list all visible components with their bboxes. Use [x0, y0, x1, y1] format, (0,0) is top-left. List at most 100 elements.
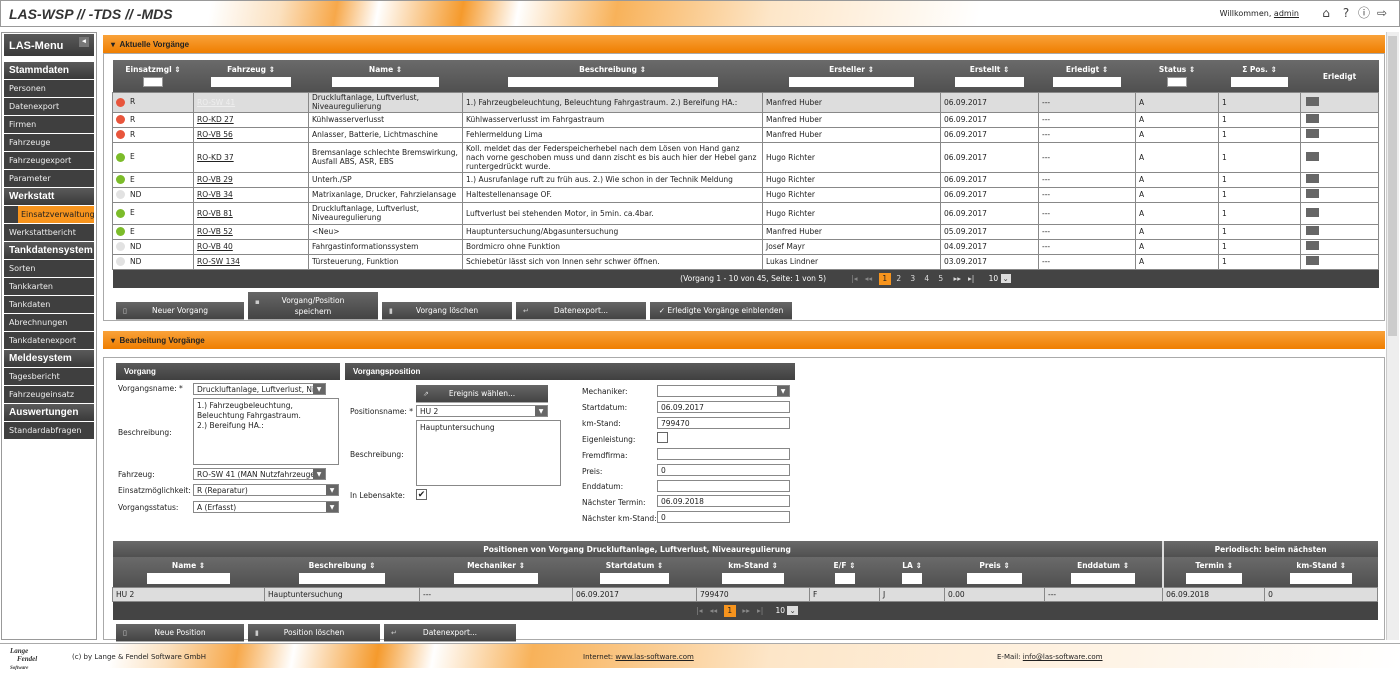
- section-aktuelle-vorgaenge[interactable]: ▾ Aktuelle Vorgänge: [103, 35, 1385, 53]
- column-header-5[interactable]: Erstellt ⇕: [940, 60, 1039, 92]
- fahrzeug-link[interactable]: RO-VB 34: [197, 190, 233, 199]
- sidebar-group-auswertungen[interactable]: Auswertungen: [4, 404, 94, 421]
- sort-icon[interactable]: ⇕: [393, 65, 402, 74]
- fremdfirma-input[interactable]: [657, 448, 790, 460]
- column-filter-input[interactable]: [955, 77, 1024, 87]
- column-header-4[interactable]: Ersteller ⇕: [762, 60, 941, 92]
- mechaniker-select[interactable]: ▼: [657, 385, 790, 397]
- table-row[interactable]: E RO-KD 37 Bremsanlage schlechte Bremswirk…: [112, 141, 1379, 173]
- column-filter-input[interactable]: [507, 77, 718, 87]
- mark-done-icon[interactable]: [1306, 189, 1319, 198]
- column-header-2[interactable]: Name ⇕: [308, 60, 463, 92]
- sort-icon[interactable]: ⇕: [654, 561, 663, 570]
- sort-icon[interactable]: ⇕: [769, 561, 777, 570]
- sort-icon[interactable]: ⇕: [1120, 561, 1129, 570]
- fahrzeug-select[interactable]: RO-SW 41 (MAN Nutzfahrzeuge) ▼: [193, 468, 326, 480]
- sort-icon[interactable]: ⇕: [1337, 561, 1346, 570]
- column-header-3[interactable]: Beschreibung ⇕: [462, 60, 763, 92]
- sidebar-item-tankdaten[interactable]: Tankdaten: [4, 296, 94, 313]
- sort-icon[interactable]: ⇕: [516, 561, 525, 570]
- sidebar-item-werkstattbericht[interactable]: Werkstattbericht: [4, 224, 94, 241]
- page-size-select[interactable]: 10 ⌄: [989, 273, 1011, 283]
- table-row[interactable]: ND RO-SW 134 Türsteuerung, Funktion Schiebe…: [112, 253, 1379, 270]
- mark-done-icon[interactable]: [1306, 129, 1319, 138]
- column-filter-input[interactable]: [1290, 573, 1353, 584]
- help-icon[interactable]: ?: [1339, 6, 1353, 20]
- sidebar-item-parameter[interactable]: Parameter: [4, 170, 94, 187]
- website-link[interactable]: www.las-software.com: [615, 653, 693, 661]
- first-page-button[interactable]: |◂: [693, 605, 705, 617]
- delete-position-button[interactable]: ▮ Position löschen: [248, 624, 380, 642]
- collapse-icon[interactable]: ◂: [79, 37, 89, 47]
- sidebar-item-tankkarten[interactable]: Tankkarten: [4, 278, 94, 295]
- table-row[interactable]: R RO-VB 56 Anlasser, Batterie, Lichtmaschi…: [112, 126, 1379, 143]
- sort-icon[interactable]: ⇕: [366, 561, 375, 570]
- column-header-6[interactable]: LA ⇕: [879, 557, 945, 587]
- sidebar-item-abrechnungen[interactable]: Abrechnungen: [4, 314, 94, 331]
- sort-icon[interactable]: ⇕: [1001, 561, 1009, 570]
- mark-done-icon[interactable]: [1306, 174, 1319, 183]
- status-select[interactable]: A (Erfasst) ▼: [193, 501, 339, 513]
- next-page-button[interactable]: ▸▸: [740, 605, 752, 617]
- prev-page-button[interactable]: ◂◂: [707, 605, 719, 617]
- prev-page-button[interactable]: ◂◂: [862, 273, 874, 285]
- datenexport-button[interactable]: ↵ Datenexport...: [516, 302, 646, 320]
- vorgangsname-select[interactable]: Druckluftanlage, Luftverlust, Niveauregu…: [193, 383, 326, 395]
- page-button-5[interactable]: 5: [935, 273, 947, 285]
- column-header-0[interactable]: Name ⇕: [112, 557, 265, 587]
- einsatz-select[interactable]: R (Reparatur) ▼: [193, 484, 339, 496]
- page-button-3[interactable]: 3: [907, 273, 919, 285]
- sort-icon[interactable]: ⇕: [865, 65, 874, 74]
- column-header-8[interactable]: Enddatum ⇕: [1044, 557, 1164, 587]
- column-header-9[interactable]: Erledigt: [1300, 60, 1379, 92]
- section-bearbeitung[interactable]: ▾ Bearbeitung Vorgänge: [103, 331, 1385, 349]
- sidebar-item-einsatzverwaltung[interactable]: Einsatzverwaltung: [4, 206, 95, 223]
- column-filter-input[interactable]: [721, 573, 785, 584]
- column-header-0[interactable]: Einsatzmgl ⇕ ⌄: [112, 60, 194, 92]
- last-page-button[interactable]: ▸|: [965, 273, 977, 285]
- page-button-2[interactable]: 2: [893, 273, 905, 285]
- sort-icon[interactable]: ⇕: [1268, 65, 1277, 74]
- sidebar-item-fahrzeuge[interactable]: Fahrzeuge: [4, 134, 94, 151]
- column-filter-input[interactable]: [331, 77, 440, 87]
- startdatum-input[interactable]: 06.09.2017: [657, 401, 790, 413]
- column-header-4[interactable]: km-Stand ⇕: [696, 557, 810, 587]
- column-filter-input[interactable]: [453, 573, 539, 584]
- sidebar-group-werkstatt[interactable]: Werkstatt: [4, 188, 94, 205]
- email-link[interactable]: info@las-software.com: [1023, 653, 1103, 661]
- sidebar-item-firmen[interactable]: Firmen: [4, 116, 94, 133]
- sort-icon[interactable]: ⇕: [172, 65, 180, 74]
- fahrzeug-link[interactable]: RO-SW 134: [197, 257, 240, 266]
- column-filter-input[interactable]: [146, 573, 231, 584]
- home-icon[interactable]: ⌂: [1319, 6, 1333, 20]
- position-export-button[interactable]: ↵ Datenexport...: [384, 624, 516, 642]
- sidebar-group-meldesystem[interactable]: Meldesystem: [4, 350, 94, 367]
- position-beschreibung-textarea[interactable]: Hauptuntersuchung: [416, 420, 561, 486]
- sort-icon[interactable]: ⇕: [1186, 65, 1195, 74]
- page-button-1[interactable]: 1: [878, 272, 891, 285]
- sort-icon[interactable]: ⇕: [637, 65, 646, 74]
- sidebar-item-tagesbericht[interactable]: Tagesbericht: [4, 368, 94, 385]
- column-filter-input[interactable]: [299, 573, 385, 584]
- vorgang-beschreibung-textarea[interactable]: 1.) Fahrzeugbeleuchtung, Beleuchtung Fahr…: [193, 398, 339, 465]
- column-header-7[interactable]: Preis ⇕: [944, 557, 1045, 587]
- mark-done-icon[interactable]: [1306, 207, 1319, 217]
- sidebar-item-datenexport[interactable]: Datenexport: [4, 98, 94, 115]
- lebensakte-checkbox[interactable]: ✔: [416, 489, 427, 500]
- fahrzeug-link[interactable]: RO-KD 37: [197, 153, 234, 162]
- naechster-termin-input[interactable]: 06.09.2018: [657, 495, 790, 507]
- sidebar-item-standardabfragen[interactable]: Standardabfragen: [4, 422, 94, 439]
- enddatum-input[interactable]: [657, 480, 790, 492]
- sidebar-item-sorten[interactable]: Sorten: [4, 260, 94, 277]
- scrollbar-thumb[interactable]: [1388, 36, 1397, 336]
- mark-done-icon[interactable]: [1306, 151, 1319, 161]
- column-filter-input[interactable]: [1186, 573, 1242, 584]
- column-header-9[interactable]: Termin ⇕: [1162, 557, 1265, 587]
- km-stand-input[interactable]: 799470: [657, 417, 790, 429]
- sidebar-item-tankdatenexport[interactable]: Tankdatenexport: [4, 332, 94, 349]
- fahrzeug-link[interactable]: RO-VB 29: [197, 175, 233, 184]
- column-header-5[interactable]: E/F ⇕: [809, 557, 880, 587]
- column-filter-input[interactable]: [1230, 77, 1289, 87]
- mark-done-icon[interactable]: [1306, 256, 1319, 265]
- column-filter-input[interactable]: [789, 77, 914, 87]
